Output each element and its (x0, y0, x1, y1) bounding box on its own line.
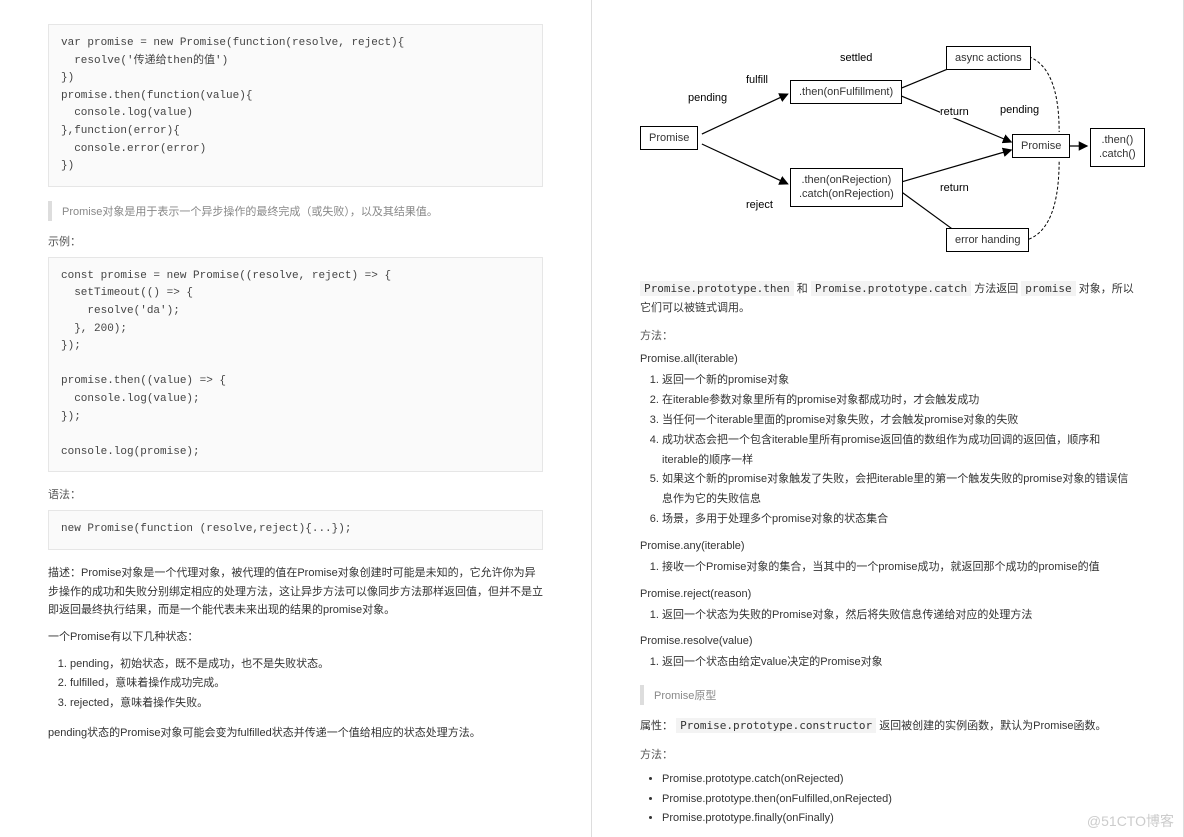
diagram-box-error-handing: error handing (946, 228, 1029, 252)
inline-code: Promise.prototype.constructor (676, 718, 876, 733)
proto-quote: Promise原型 (640, 685, 1135, 705)
pending-note: pending状态的Promise对象可能会变为fulfilled状态并传递一个… (48, 724, 543, 743)
page-right: Promise pending fulfill reject settled .… (592, 0, 1184, 837)
diagram-label-return2: return (940, 182, 969, 194)
watermark: @51CTO博客 (1087, 811, 1174, 831)
diagram-box-then-catch: .then() .catch() (1090, 128, 1145, 167)
diagram-label-pending2: pending (1000, 104, 1039, 116)
syntax-label: 语法： (48, 486, 543, 502)
diagram-label-fulfill: fulfill (746, 74, 768, 86)
diagram-box-promise2: Promise (1012, 134, 1070, 158)
diagram-box-then-fulfill: .then(onFulfillment) (790, 80, 902, 104)
text: 方法返回 (974, 283, 1018, 295)
any-list: 接收一个Promise对象的集合，当其中的一个promise成功，就返回那个成功… (640, 558, 1135, 578)
code-block-1: var promise = new Promise(function(resol… (48, 24, 543, 187)
reject-list: 返回一个状态为失败的Promise对象，然后将失败信息传递给对应的处理方法 (640, 606, 1135, 626)
attr-label: 属性： (640, 720, 673, 732)
proto-methods-list: Promise.prototype.catch(onRejected) Prom… (640, 770, 1135, 829)
code-block-2: const promise = new Promise((resolve, re… (48, 257, 543, 473)
description-para: 描述：Promise对象是一个代理对象，被代理的值在Promise对象创建时可能… (48, 564, 543, 620)
example-label: 示例： (48, 233, 543, 249)
promise-flow-diagram: Promise pending fulfill reject settled .… (640, 24, 1135, 264)
methods-label: 方法： (640, 327, 1135, 343)
inline-code: promise (1021, 281, 1075, 296)
inline-code: Promise.prototype.then (640, 281, 794, 296)
diagram-label-reject: reject (746, 199, 773, 211)
diagram-box-then-reject: .then(onRejection) .catch(onRejection) (790, 168, 903, 207)
all-list: 返回一个新的promise对象 在iterable参数对象里所有的promise… (640, 371, 1135, 529)
state-item: rejected，意味着操作失败。 (70, 694, 543, 714)
text: 和 (797, 283, 808, 295)
page-left: var promise = new Promise(function(resol… (0, 0, 592, 837)
list-item: 返回一个状态由给定value决定的Promise对象 (662, 653, 1135, 673)
attr-line: 属性： Promise.prototype.constructor 返回被创建的… (640, 717, 1135, 736)
states-intro: 一个Promise有以下几种状态： (48, 628, 543, 647)
states-list: pending，初始状态，既不是成功，也不是失败状态。 fulfilled，意味… (48, 655, 543, 714)
all-title: Promise.all(iterable) (640, 353, 1135, 365)
list-item: 当任何一个iterable里面的promise对象失败，才会触发promise对… (662, 411, 1135, 431)
list-item: 场景，多用于处理多个promise对象的状态集合 (662, 510, 1135, 530)
list-item: Promise.prototype.catch(onRejected) (662, 770, 1135, 790)
chain-note: Promise.prototype.then 和 Promise.prototy… (640, 280, 1135, 317)
state-item: fulfilled，意味着操作成功完成。 (70, 674, 543, 694)
methods2-label: 方法： (640, 746, 1135, 762)
text: 返回被创建的实例函数，默认为Promise函数。 (879, 720, 1106, 732)
list-item: 在iterable参数对象里所有的promise对象都成功时，才会触发成功 (662, 391, 1135, 411)
diagram-box-async-actions: async actions (946, 46, 1031, 70)
diagram-box-promise: Promise (640, 126, 698, 150)
quote-promise-def: Promise对象是用于表示一个异步操作的最终完成（或失败），以及其结果值。 (48, 201, 543, 221)
diagram-label-return1: return (940, 106, 969, 118)
list-item: 如果这个新的promise对象触发了失败，会把iterable里的第一个触发失败… (662, 470, 1135, 510)
list-item: 返回一个新的promise对象 (662, 371, 1135, 391)
diagram-label-pending: pending (688, 92, 727, 104)
any-title: Promise.any(iterable) (640, 540, 1135, 552)
reject-title: Promise.reject(reason) (640, 588, 1135, 600)
list-item: 接收一个Promise对象的集合，当其中的一个promise成功，就返回那个成功… (662, 558, 1135, 578)
code-block-3: new Promise(function (resolve,reject){..… (48, 510, 543, 550)
list-item: 成功状态会把一个包含iterable里所有promise返回值的数组作为成功回调… (662, 431, 1135, 471)
list-item: Promise.prototype.finally(onFinally) (662, 809, 1135, 829)
inline-code: Promise.prototype.catch (811, 281, 971, 296)
list-item: Promise.prototype.then(onFulfilled,onRej… (662, 790, 1135, 810)
resolve-list: 返回一个状态由给定value决定的Promise对象 (640, 653, 1135, 673)
state-item: pending，初始状态，既不是成功，也不是失败状态。 (70, 655, 543, 675)
resolve-title: Promise.resolve(value) (640, 635, 1135, 647)
diagram-label-settled: settled (840, 52, 872, 64)
list-item: 返回一个状态为失败的Promise对象，然后将失败信息传递给对应的处理方法 (662, 606, 1135, 626)
